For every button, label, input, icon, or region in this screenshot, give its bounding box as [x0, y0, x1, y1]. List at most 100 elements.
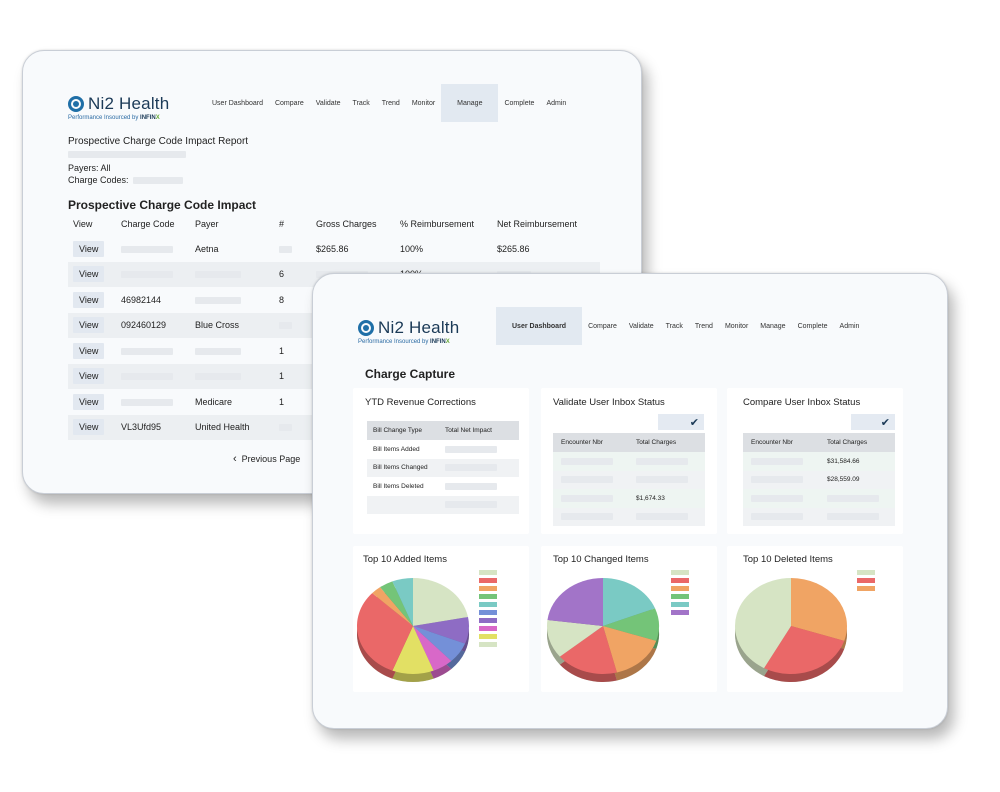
value-cell: [636, 476, 688, 484]
logo-name: Ni2 Health: [88, 94, 170, 113]
nav-item-trend[interactable]: Trend: [689, 307, 719, 345]
compare-table: Encounter Nbr Total Charges $31,584.66 $2…: [743, 433, 895, 526]
value-cell: [445, 464, 497, 472]
checkmark-icon[interactable]: ✔: [851, 414, 895, 430]
main-nav: User Dashboard Compare Validate Track Trend M…: [206, 84, 572, 122]
payer-cell: Medicare: [195, 396, 233, 407]
legend-swatch: [479, 626, 497, 631]
nav-item-user-dashboard[interactable]: User Dashboard: [206, 84, 269, 122]
card-title: Compare User Inbox Status: [743, 397, 861, 408]
view-button[interactable]: View: [73, 240, 105, 257]
count-cell: 6: [279, 269, 285, 280]
ni2-logo-icon: [68, 96, 84, 112]
ni2-logo-icon: [358, 320, 374, 336]
view-cell: View: [68, 317, 121, 334]
column-header: Payer: [195, 219, 219, 229]
code-cell: VL3Ufd95: [121, 422, 162, 433]
view-cell: View: [68, 419, 121, 436]
ni2-health-logo[interactable]: Ni2 Health Performance Insourced by INFI…: [358, 318, 459, 345]
first-cell: [743, 476, 827, 484]
table-row: $1,674.33: [553, 489, 705, 508]
value-cell: [445, 445, 497, 453]
table-row: Bill Items Deleted: [367, 477, 519, 496]
payer-cell: Blue Cross: [195, 320, 240, 331]
legend-swatch: [671, 578, 689, 583]
redacted-value: [279, 322, 292, 330]
count-cell: [279, 244, 316, 254]
legend-swatch: [479, 594, 497, 599]
nav-item-monitor[interactable]: Monitor: [719, 307, 754, 345]
validate-table-header: Encounter Nbr Total Charges: [553, 433, 705, 452]
redacted-value: [636, 476, 688, 484]
pie-slice[interactable]: [547, 578, 603, 626]
legend-swatch: [671, 586, 689, 591]
ytd-table: Bill Change Type Total Net Impact Bill I…: [367, 421, 519, 514]
table-row: Bill Items Changed: [367, 458, 519, 477]
count-cell: 1: [279, 345, 285, 356]
redacted-value: [121, 245, 173, 253]
nav-item-track[interactable]: Track: [660, 307, 689, 345]
nav-item-manage[interactable]: Manage: [441, 84, 499, 122]
view-button[interactable]: View: [73, 393, 105, 410]
card-title: Top 10 Added Items: [363, 554, 447, 565]
table-row: [743, 489, 895, 508]
first-cell: [553, 457, 636, 465]
previous-page-link[interactable]: ‹ Previous Page: [233, 453, 300, 465]
redacted-value: [445, 445, 497, 453]
redacted-value: [561, 513, 613, 521]
legend-swatch: [479, 570, 497, 575]
table-row: Bill Items Added: [367, 440, 519, 459]
nav-item-track[interactable]: Track: [347, 84, 376, 122]
card-title: Top 10 Changed Items: [553, 554, 649, 565]
count-cell: 1: [279, 396, 285, 407]
ni2-health-logo[interactable]: Ni2 Health Performance Insourced by INFI…: [68, 94, 169, 121]
nav-item-validate[interactable]: Validate: [623, 307, 660, 345]
redacted-value: [561, 494, 613, 502]
redacted-value: [751, 513, 803, 521]
view-cell: View: [68, 291, 121, 308]
nav-item-complete[interactable]: Complete: [792, 307, 834, 345]
payer-cell: [195, 295, 279, 305]
card-title: YTD Revenue Corrections: [365, 397, 476, 408]
view-button[interactable]: View: [73, 419, 105, 436]
first-cell: [553, 476, 636, 484]
nav-item-complete[interactable]: Complete: [498, 84, 540, 122]
count-cell: 1: [279, 371, 285, 382]
view-button[interactable]: View: [73, 317, 105, 334]
table-row: [553, 470, 705, 489]
view-button[interactable]: View: [73, 266, 105, 283]
table-row: [367, 495, 519, 514]
value-cell: [827, 494, 879, 502]
payer-cell: United Health: [195, 422, 250, 433]
nav-item-admin[interactable]: Admin: [834, 307, 866, 345]
nav-item-compare[interactable]: Compare: [582, 307, 623, 345]
column-header: % Reimbursement: [400, 219, 475, 229]
nav-item-monitor[interactable]: Monitor: [406, 84, 441, 122]
legend-swatch: [479, 634, 497, 639]
nav-item-manage[interactable]: Manage: [754, 307, 791, 345]
table-header: View Charge Code Payer # Gross Charges % Reim…: [68, 217, 600, 231]
view-button[interactable]: View: [73, 291, 105, 308]
redacted-value: [445, 501, 497, 509]
report-subtitle-placeholder: [68, 151, 186, 158]
legend-swatch: [479, 578, 497, 583]
legend-swatch: [857, 570, 875, 575]
nav-item-admin[interactable]: Admin: [540, 84, 572, 122]
redacted-value: [751, 476, 803, 484]
nav-item-user-dashboard[interactable]: User Dashboard: [496, 307, 583, 345]
value-cell: $28,559.09: [827, 476, 860, 484]
pie-legend: [857, 570, 875, 594]
nav-item-trend[interactable]: Trend: [376, 84, 406, 122]
checkmark-icon[interactable]: ✔: [658, 414, 704, 430]
legend-swatch: [479, 602, 497, 607]
view-cell: View: [68, 240, 121, 257]
view-button[interactable]: View: [73, 342, 105, 359]
redacted-value: [195, 373, 241, 381]
nav-item-compare[interactable]: Compare: [269, 84, 310, 122]
legend-swatch: [479, 642, 497, 647]
column-header: View: [73, 219, 93, 229]
logo-tagline: Performance Insourced by INFINX: [68, 115, 160, 121]
nav-item-validate[interactable]: Validate: [310, 84, 347, 122]
legend-swatch: [479, 618, 497, 623]
view-button[interactable]: View: [73, 368, 105, 385]
